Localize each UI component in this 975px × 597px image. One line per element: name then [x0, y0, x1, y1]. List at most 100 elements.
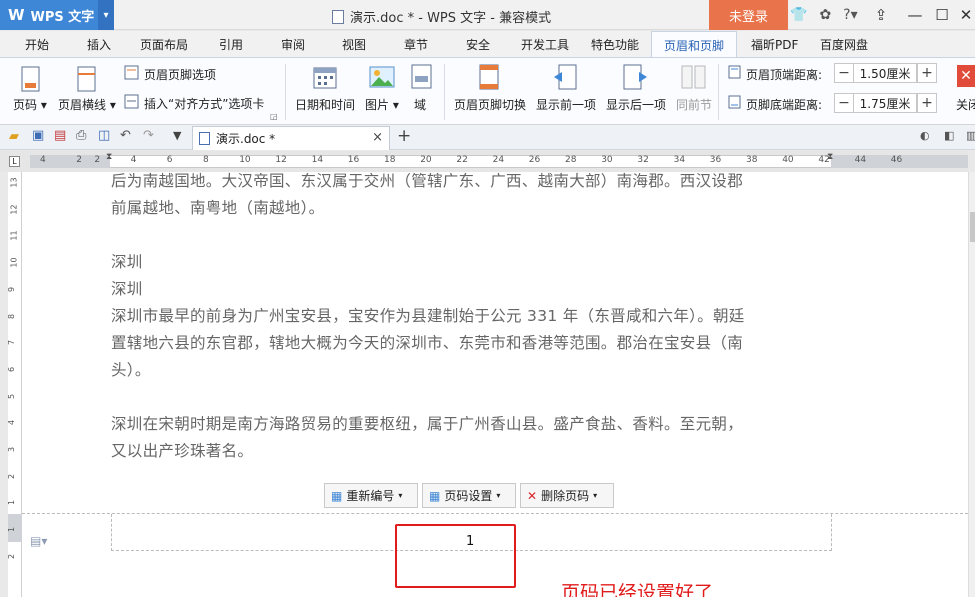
ruler-tick-label: 32: [637, 155, 649, 165]
skin-icon[interactable]: 👕: [790, 7, 807, 23]
help-icon[interactable]: ?▾: [843, 7, 857, 23]
field-button[interactable]: 域: [414, 96, 426, 113]
view-mode-icon[interactable]: ◐: [920, 129, 930, 142]
vertical-ruler[interactable]: 13 12 11 10 9 8 7 6 5 4 3 2 1 1 2: [7, 172, 22, 597]
document-line[interactable]: 又以出产珍珠著名。: [111, 438, 833, 465]
indent-marker[interactable]: ⧗: [106, 152, 112, 162]
date-time-button[interactable]: 日期和时间: [295, 96, 355, 113]
calendar-icon[interactable]: [312, 64, 338, 93]
footer-page-number[interactable]: 1: [466, 534, 474, 549]
tab-baidu-netdisk[interactable]: 百度网盘: [820, 36, 868, 53]
right-indent-marker[interactable]: ⧗: [827, 152, 833, 162]
dialog-launcher-icon[interactable]: ◲: [270, 112, 278, 121]
show-next-button[interactable]: 显示后一项: [606, 96, 666, 113]
undo-icon[interactable]: ↶: [120, 128, 131, 143]
renumber-button[interactable]: ▦ 重新编号 ▾: [324, 483, 418, 508]
delete-icon: ✕: [527, 488, 538, 503]
tab-header-footer[interactable]: 页眉和页脚: [651, 31, 738, 58]
document-line[interactable]: 置辖地六县的东官郡，辖地大概为今天的深圳市、东莞市和香港等范围。郡治在宝安县（南: [111, 330, 833, 357]
document-line[interactable]: 前属越地、南粤地（南越地）。: [111, 195, 833, 222]
tab-view[interactable]: 视图: [342, 36, 366, 53]
tab-review[interactable]: 审阅: [281, 36, 305, 53]
redo-icon[interactable]: ↷: [143, 128, 154, 143]
delete-page-number-button[interactable]: ✕ 删除页码 ▾: [520, 483, 614, 508]
tab-stop-selector[interactable]: L: [9, 156, 20, 167]
ruler-tick-label: 44: [854, 155, 867, 165]
tab-security[interactable]: 安全: [466, 36, 490, 53]
close-header-footer-button[interactable]: 关闭: [956, 96, 975, 113]
wps-logo-icon: W: [8, 6, 25, 24]
close-icon[interactable]: ✕: [953, 0, 975, 30]
separator: [285, 64, 286, 120]
chevron-down-icon[interactable]: ▾: [98, 0, 114, 30]
share-icon[interactable]: ⇪: [868, 0, 894, 30]
picture-button[interactable]: 图片 ▾: [365, 96, 399, 113]
maximize-icon[interactable]: ☐: [929, 0, 955, 30]
save-icon[interactable]: ▣: [32, 128, 44, 143]
insert-align-tab-button[interactable]: 插入“对齐方式”选项卡: [144, 95, 264, 112]
minimize-icon[interactable]: —: [902, 0, 928, 30]
show-previous-button[interactable]: 显示前一项: [536, 96, 596, 113]
document-line[interactable]: 深圳: [111, 276, 833, 303]
header-footer-options-button[interactable]: 页眉页脚选项: [144, 66, 216, 83]
field-icon[interactable]: [411, 64, 433, 93]
header-top-distance-input[interactable]: 1.50厘米: [853, 63, 917, 83]
document-line[interactable]: 深圳市最早的前身为广州宝安县，宝安作为县建制始于公元 331 年（东晋咸和六年）…: [111, 303, 833, 330]
header-footer-switch-icon[interactable]: [477, 64, 503, 95]
page-number-button[interactable]: 页码 ▾: [13, 96, 47, 113]
page-number-settings-button[interactable]: ▦ 页码设置 ▾: [422, 483, 516, 508]
export-pdf-icon[interactable]: ▤: [54, 128, 66, 143]
ruler-tick-label: 1: [7, 527, 17, 533]
login-button[interactable]: 未登录: [709, 0, 788, 30]
header-line-button[interactable]: 页眉横线 ▾: [58, 96, 116, 113]
tab-developer[interactable]: 开发工具: [521, 36, 569, 53]
ruler-tick-label: 14: [311, 155, 324, 165]
ruler-tick-label: 12: [9, 204, 19, 215]
tab-foxit-pdf[interactable]: 福昕PDF: [751, 36, 798, 53]
document-line[interactable]: 深圳: [111, 249, 833, 276]
header-distance-decrease-button[interactable]: −: [834, 63, 854, 83]
print-icon[interactable]: ⎙: [76, 128, 86, 143]
document-line[interactable]: 头）。: [111, 357, 833, 384]
ruler-tick-label: 4: [7, 420, 17, 426]
footer-distance-increase-button[interactable]: +: [917, 93, 937, 113]
header-distance-icon: [728, 65, 742, 82]
page-number-icon[interactable]: [19, 66, 43, 97]
ruler-tick-label: 20: [420, 155, 432, 165]
ruler-tick-label: 3: [7, 446, 17, 453]
header-distance-increase-button[interactable]: +: [917, 63, 937, 83]
document-line[interactable]: 深圳在宋朝时期是南方海路贸易的重要枢纽，属于广州香山县。盛产食盐、香料。至元朝，: [111, 411, 833, 438]
document-tab[interactable]: 演示.doc * ×: [192, 126, 390, 150]
tab-special[interactable]: 特色功能: [591, 36, 639, 53]
footer-marker-icon[interactable]: ▤▾: [30, 534, 47, 548]
layout-icon[interactable]: ◧: [944, 129, 954, 142]
ruler-tick-label: 16: [347, 155, 360, 165]
print-preview-icon[interactable]: ◫: [98, 128, 110, 143]
header-footer-switch-button[interactable]: 页眉页脚切换: [454, 96, 526, 113]
ruler-tick-label: 22: [456, 155, 468, 165]
document-line[interactable]: 后为南越国地。大汉帝国、东汉属于交州（管辖广东、广西、越南大部）南海郡。西汉设郡: [111, 168, 833, 195]
ruler-tick-label: 2: [94, 155, 101, 165]
close-header-footer-icon[interactable]: ✕: [957, 65, 975, 87]
scrollbar-thumb[interactable]: [970, 212, 975, 242]
header-line-icon[interactable]: [75, 66, 99, 97]
quick-access-dropdown-icon[interactable]: ▼: [173, 129, 181, 142]
tab-insert[interactable]: 插入: [87, 36, 111, 53]
picture-icon[interactable]: [369, 64, 395, 93]
vertical-scrollbar[interactable]: [968, 172, 975, 597]
tab-home[interactable]: 开始: [25, 36, 49, 53]
new-tab-button[interactable]: +: [397, 126, 411, 146]
show-next-icon[interactable]: [622, 64, 648, 95]
more-icon[interactable]: ▥: [966, 129, 975, 142]
open-folder-icon[interactable]: ▰: [9, 129, 19, 144]
footer-distance-decrease-button[interactable]: −: [834, 93, 854, 113]
close-tab-icon[interactable]: ×: [372, 130, 383, 145]
tab-section[interactable]: 章节: [404, 36, 428, 53]
footer-bottom-distance-input[interactable]: 1.75厘米: [853, 93, 917, 113]
tab-references[interactable]: 引用: [219, 36, 243, 53]
show-previous-icon[interactable]: [553, 64, 579, 95]
app-menu-button[interactable]: W WPS 文字 ▾: [0, 0, 114, 30]
highlight-box: [395, 524, 516, 588]
tab-page-layout[interactable]: 页面布局: [140, 36, 188, 53]
chat-icon[interactable]: ✿: [819, 7, 831, 23]
